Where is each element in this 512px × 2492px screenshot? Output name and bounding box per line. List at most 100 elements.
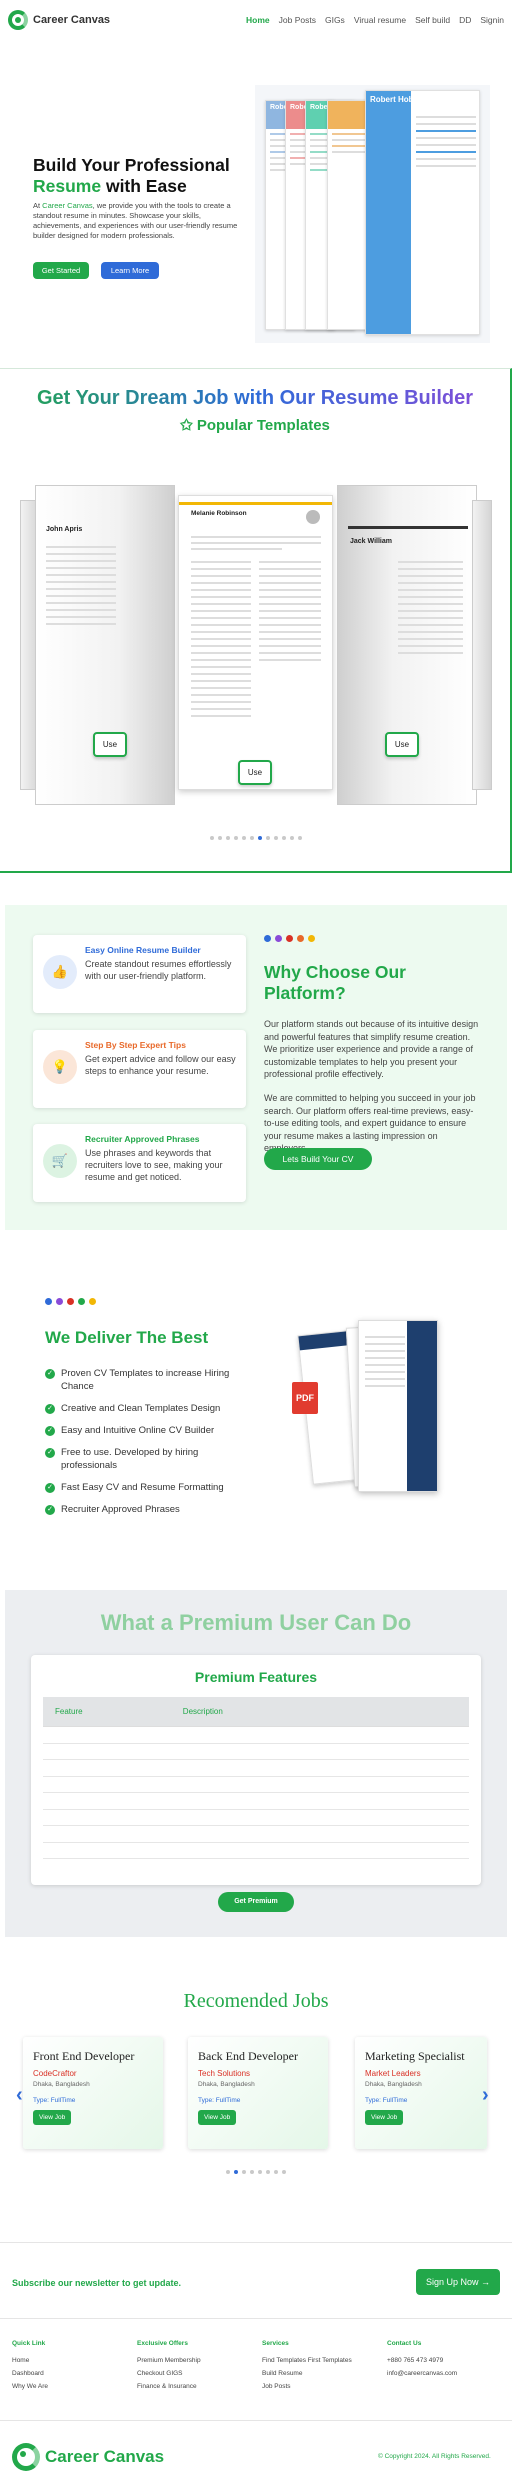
carousel-dot[interactable] — [234, 836, 238, 840]
decorative-dot — [67, 1298, 74, 1305]
nav-item-virtual-resume[interactable]: Virual resume — [354, 15, 406, 25]
resume-main-name: Robert Hobs — [370, 95, 418, 104]
sign-up-button[interactable]: Sign Up Now → — [416, 2269, 500, 2295]
decorative-dot — [45, 1298, 52, 1305]
footer-link[interactable]: Dashboard — [12, 2367, 48, 2380]
template-card-left[interactable]: John Apris — [35, 485, 175, 805]
footer-link[interactable]: Find Templates First Templates — [262, 2354, 352, 2367]
footer-phone[interactable]: +880 765 473 4979 — [387, 2354, 457, 2367]
check-icon: ✓ — [45, 1426, 55, 1436]
view-job-button[interactable]: View Job — [365, 2110, 404, 2125]
templates-headline: Get Your Dream Job with Our Resume Build… — [0, 387, 510, 410]
carousel-dot[interactable] — [266, 836, 270, 840]
learn-more-button[interactable]: Learn More — [101, 262, 159, 279]
jobs-title: Recomended Jobs — [183, 1990, 329, 2012]
carousel-dot[interactable] — [258, 2170, 262, 2174]
carousel-dot[interactable] — [226, 836, 230, 840]
carousel-dot[interactable] — [226, 2170, 230, 2174]
carousel-dot[interactable] — [282, 836, 286, 840]
get-started-button[interactable]: Get Started — [33, 262, 89, 279]
footer-link[interactable]: Checkout GIGS — [137, 2367, 201, 2380]
carousel-dot[interactable] — [242, 836, 246, 840]
nav-item-home[interactable]: Home — [246, 15, 270, 25]
footer-heading: Contact Us — [387, 2340, 422, 2347]
check-icon: ✓ — [45, 1483, 55, 1493]
footer-link[interactable]: Finance & Insurance — [137, 2380, 201, 2393]
footer-link[interactable]: Premium Membership — [137, 2354, 201, 2367]
footer-email[interactable]: info@careercanvas.com — [387, 2367, 457, 2380]
carousel-dot[interactable] — [298, 836, 302, 840]
column-header-description: Description — [170, 1697, 469, 1727]
deliver-item-text: Fast Easy CV and Resume Formatting — [61, 1482, 224, 1493]
carousel-dot[interactable] — [242, 2170, 246, 2174]
decorative-dot — [78, 1298, 85, 1305]
cart-icon: 🛒 — [43, 1144, 77, 1178]
decorative-dot — [264, 935, 271, 942]
decorative-dot — [297, 935, 304, 942]
decorative-dot — [275, 935, 282, 942]
build-cv-button[interactable]: Lets Build Your CV — [264, 1148, 372, 1170]
resume-main: Robert Hobs — [365, 90, 480, 335]
deliver-item-text: Easy and Intuitive Online CV Builder — [61, 1425, 215, 1436]
use-template-button-left[interactable]: Use — [93, 732, 127, 757]
feature-card: 💡 Step By Step Expert Tips Get expert ad… — [33, 1030, 246, 1108]
logo-icon — [12, 2443, 40, 2471]
brand-logo[interactable]: Career Canvas — [8, 10, 110, 30]
hero-text-brand: Career Canvas — [42, 201, 93, 210]
footer-link[interactable]: Why We Are — [12, 2380, 48, 2393]
chevron-right-icon[interactable]: › — [482, 2084, 489, 2107]
carousel-dot[interactable] — [210, 836, 214, 840]
decorative-dots — [45, 1298, 96, 1305]
hero-title-highlight: Resume — [33, 176, 102, 196]
chevron-left-icon[interactable]: ‹ — [16, 2084, 23, 2107]
carousel-dot[interactable] — [290, 836, 294, 840]
footer-link[interactable]: Build Resume — [262, 2367, 352, 2380]
footer-link[interactable]: Job Posts — [262, 2380, 352, 2393]
nav-item-self-build[interactable]: Self build — [415, 15, 450, 25]
premium-title: What a Premium User Can Do — [100, 1610, 412, 1635]
jobs-carousel-dots[interactable] — [0, 2170, 512, 2174]
template-card-back — [472, 500, 492, 790]
use-template-button-center[interactable]: Use — [238, 760, 272, 785]
carousel-dot[interactable] — [234, 2170, 238, 2174]
check-icon: ✓ — [45, 1448, 55, 1458]
carousel-dot[interactable] — [282, 2170, 286, 2174]
nav-item-job-posts[interactable]: Job Posts — [279, 15, 316, 25]
logo-icon — [8, 10, 28, 30]
carousel-dot[interactable] — [218, 836, 222, 840]
job-type: Type: FullTime — [33, 2097, 76, 2104]
carousel-dot[interactable] — [274, 836, 278, 840]
nav-item-gigs[interactable]: GIGs — [325, 15, 345, 25]
footer-link[interactable]: Home — [12, 2354, 48, 2367]
deliver-item: ✓ Creative and Clean Templates Design — [45, 1402, 255, 1415]
table-row — [43, 1792, 469, 1810]
job-company: Tech Solutions — [198, 2069, 251, 2078]
use-template-button-right[interactable]: Use — [385, 732, 419, 757]
carousel-dot[interactable] — [250, 836, 254, 840]
template-carousel-dots[interactable] — [0, 836, 512, 840]
footer-brand-logo[interactable]: Career Canvas — [12, 2443, 164, 2471]
view-job-button[interactable]: View Job — [198, 2110, 237, 2125]
check-icon: ✓ — [45, 1505, 55, 1515]
template-card-center[interactable]: Melanie Robinson — [178, 495, 333, 790]
nav-item-signin[interactable]: Signin — [480, 15, 504, 25]
premium-card-title: Premium Features — [194, 1669, 318, 1685]
table-row — [43, 1759, 469, 1777]
carousel-dot[interactable] — [250, 2170, 254, 2174]
deliver-item: ✓ Recruiter Approved Phrases — [45, 1503, 255, 1516]
table-row — [43, 1726, 469, 1744]
footer-heading: Quick Link — [12, 2340, 46, 2347]
view-job-button[interactable]: View Job — [33, 2110, 72, 2125]
hero-title-rest: with Ease — [101, 176, 187, 196]
carousel-dot[interactable] — [274, 2170, 278, 2174]
nav-item-dd[interactable]: DD — [459, 15, 471, 25]
carousel-dot[interactable] — [266, 2170, 270, 2174]
why-title: Why Choose Our Platform? — [264, 962, 406, 1003]
newsletter-text: Subscribe our newsletter to get update. — [12, 2278, 182, 2288]
carousel-dot[interactable] — [258, 836, 262, 840]
lightbulb-icon: 💡 — [43, 1050, 77, 1084]
template-card-right[interactable]: Jack William — [337, 485, 477, 805]
deliver-list: ✓ Proven CV Templates to increase Hiring … — [45, 1367, 255, 1525]
feature-card: 👍 Easy Online Resume Builder Create stan… — [33, 935, 246, 1013]
get-premium-button[interactable]: Get Premium — [218, 1892, 294, 1912]
